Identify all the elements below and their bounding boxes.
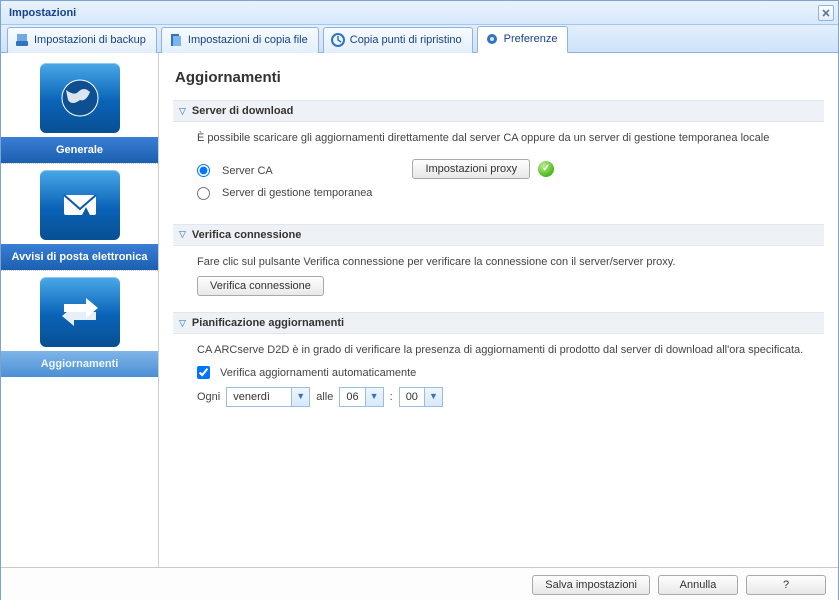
chevron-down-icon[interactable]: ▼ [365,388,383,406]
window-title: Impostazioni [9,7,76,19]
proxy-settings-button[interactable]: Impostazioni proxy [412,159,530,179]
label-at: alle [316,389,333,406]
gear-icon [484,31,500,47]
sidebar-item-general[interactable]: Generale [1,57,158,163]
cancel-button[interactable]: Annulla [658,575,738,595]
sidebar-item-email-alerts[interactable]: Avvisi di posta elettronica [1,163,158,270]
tab-label: Copia punti di ripristino [350,34,462,46]
disk-icon [14,32,30,48]
page-title: Aggiornamenti [175,69,824,86]
tab-restore-points[interactable]: Copia punti di ripristino [323,27,473,53]
hour-select[interactable]: 06 ▼ [339,387,383,407]
section-download-header[interactable]: ▽ Server di download [173,100,824,122]
globe-icon [40,63,120,133]
section-description: È possibile scaricare gli aggiornamenti … [197,130,816,147]
close-button[interactable] [818,5,834,21]
label-every: Ogni [197,389,220,406]
settings-window: Impostazioni Impostazioni di backup Impo… [0,0,839,600]
tab-label: Impostazioni di copia file [188,34,308,46]
section-heading: Server di download [192,105,293,117]
chevron-down-icon: ▽ [179,318,186,329]
mail-alert-icon [40,170,120,240]
section-test-body: Fare clic sul pulsante Verifica connessi… [173,246,824,309]
test-connection-button[interactable]: Verifica connessione [197,276,324,296]
section-test-header[interactable]: ▽ Verifica connessione [173,224,824,246]
section-heading: Pianificazione aggiornamenti [192,317,344,329]
section-description: Fare clic sul pulsante Verifica connessi… [197,254,816,271]
restore-icon [330,32,346,48]
radio-label: Server di gestione temporanea [222,185,372,202]
radio-server-staging[interactable] [197,187,210,200]
tabbar: Impostazioni di backup Impostazioni di c… [1,25,838,53]
auto-check-checkbox[interactable] [197,366,210,379]
updates-icon [40,277,120,347]
sidebar-item-label: Avvisi di posta elettronica [1,244,158,270]
sidebar-item-label: Aggiornamenti [1,351,158,377]
chevron-down-icon[interactable]: ▼ [424,388,442,406]
chevron-down-icon: ▽ [179,229,186,240]
section-schedule-header[interactable]: ▽ Pianificazione aggiornamenti [173,312,824,334]
section-download-body: È possibile scaricare gli aggiornamenti … [173,122,824,220]
content-pane: Aggiornamenti ▽ Server di download È pos… [159,53,838,567]
select-value: 06 [340,389,364,406]
save-button[interactable]: Salva impostazioni [532,575,650,595]
sidebar-item-label: Generale [1,137,158,163]
tab-preferences[interactable]: Preferenze [477,26,569,53]
sidebar: Generale Avvisi di posta elettronica Agg… [1,53,159,567]
titlebar: Impostazioni [1,1,838,25]
minute-select[interactable]: 00 ▼ [399,387,443,407]
section-schedule-body: CA ARCserve D2D è in grado di verificare… [173,334,824,419]
close-icon [822,9,830,17]
tab-backup-settings[interactable]: Impostazioni di backup [7,27,157,53]
tab-label: Preferenze [504,33,558,45]
select-value: 00 [400,389,424,406]
select-value: venerdì [227,389,291,406]
footer: Salva impostazioni Annulla ? [1,567,838,601]
label-colon: : [390,389,393,406]
chevron-down-icon: ▽ [179,106,186,117]
status-ok-icon: ✓ [538,161,554,177]
chevron-down-icon[interactable]: ▼ [291,388,309,406]
section-heading: Verifica connessione [192,229,301,241]
radio-label: Server CA [222,163,273,180]
file-icon [168,32,184,48]
day-select[interactable]: venerdì ▼ [226,387,310,407]
section-description: CA ARCserve D2D è in grado di verificare… [197,342,816,359]
tab-file-copy-settings[interactable]: Impostazioni di copia file [161,27,319,53]
radio-server-ca[interactable] [197,164,210,177]
tab-label: Impostazioni di backup [34,34,146,46]
body: Generale Avvisi di posta elettronica Agg… [1,53,838,567]
sidebar-item-updates[interactable]: Aggiornamenti [1,270,158,377]
help-button[interactable]: ? [746,575,826,595]
checkbox-label: Verifica aggiornamenti automaticamente [220,365,416,382]
